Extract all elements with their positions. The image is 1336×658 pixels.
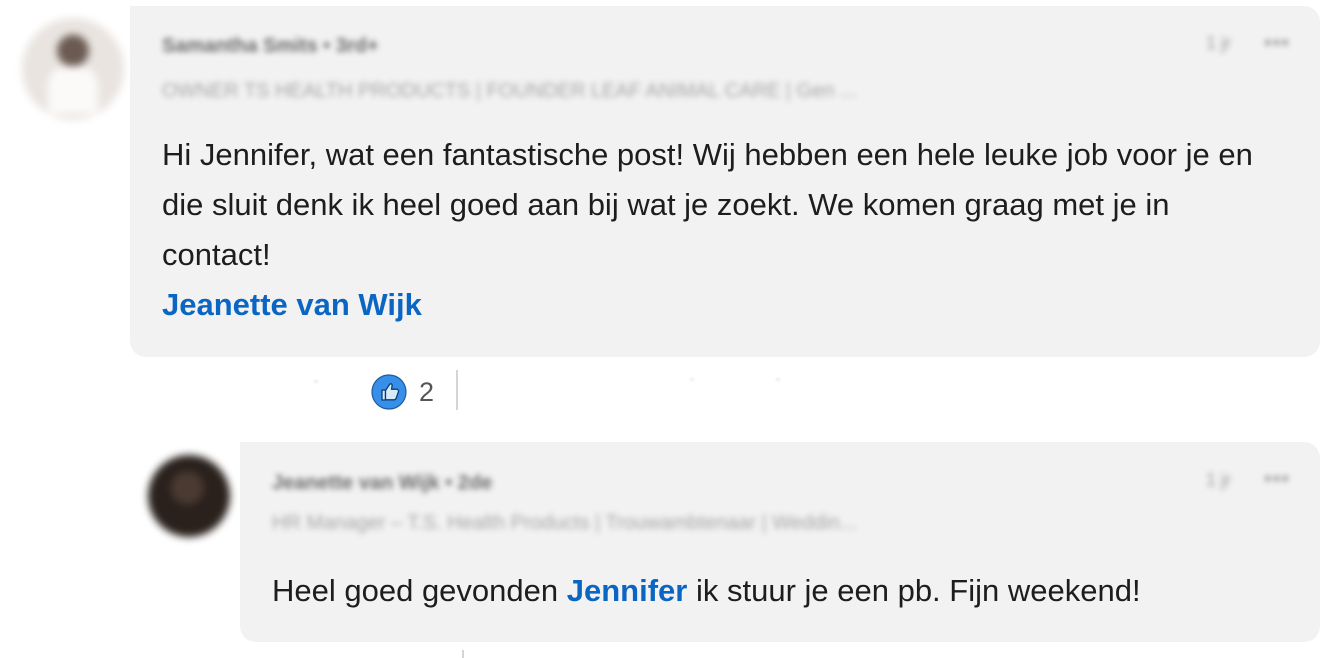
reaction-summary[interactable]: 2: [371, 373, 434, 411]
comment-timestamp: 1 jr: [1206, 470, 1232, 490]
comment-author[interactable]: Jeanette van Wijk • 2de: [272, 472, 492, 495]
avatar[interactable]: [22, 18, 124, 120]
reply-text: Heel goed gevonden Jennifer ik stuur je …: [272, 566, 1312, 616]
faint-mark: [776, 378, 780, 381]
author-name[interactable]: Jeanette van Wijk: [272, 472, 440, 494]
thumbs-up-icon: [371, 374, 407, 410]
mention-link[interactable]: Jennifer: [567, 573, 688, 608]
author-headline: OWNER TS HEALTH PRODUCTS | FOUNDER LEAF …: [162, 80, 857, 102]
comment-timestamp: 1 jr: [1206, 33, 1232, 53]
comment-author[interactable]: Samantha Smits • 3rd+: [162, 35, 379, 58]
faint-mark: [314, 380, 318, 383]
author-name[interactable]: Samantha Smits: [162, 35, 318, 57]
reply-text-before: Heel goed gevonden: [272, 573, 567, 608]
comment-text: Hi Jennifer, wat een fantastische post! …: [162, 137, 1253, 272]
mention-link[interactable]: Jeanette van Wijk: [162, 287, 422, 322]
connection-degree: • 3rd+: [323, 35, 379, 57]
reaction-divider: [456, 370, 458, 410]
author-headline: HR Manager – T.S. Health Products | Trou…: [272, 512, 857, 534]
connection-degree: • 2de: [445, 472, 493, 494]
thread-line: [462, 650, 464, 658]
reply-text-after: ik stuur je een pb. Fijn weekend!: [687, 573, 1141, 608]
more-options-button[interactable]: •••: [1264, 466, 1290, 492]
reaction-count: 2: [419, 376, 435, 407]
more-options-button[interactable]: •••: [1264, 30, 1290, 56]
avatar[interactable]: [148, 455, 230, 537]
faint-mark: [690, 378, 694, 381]
